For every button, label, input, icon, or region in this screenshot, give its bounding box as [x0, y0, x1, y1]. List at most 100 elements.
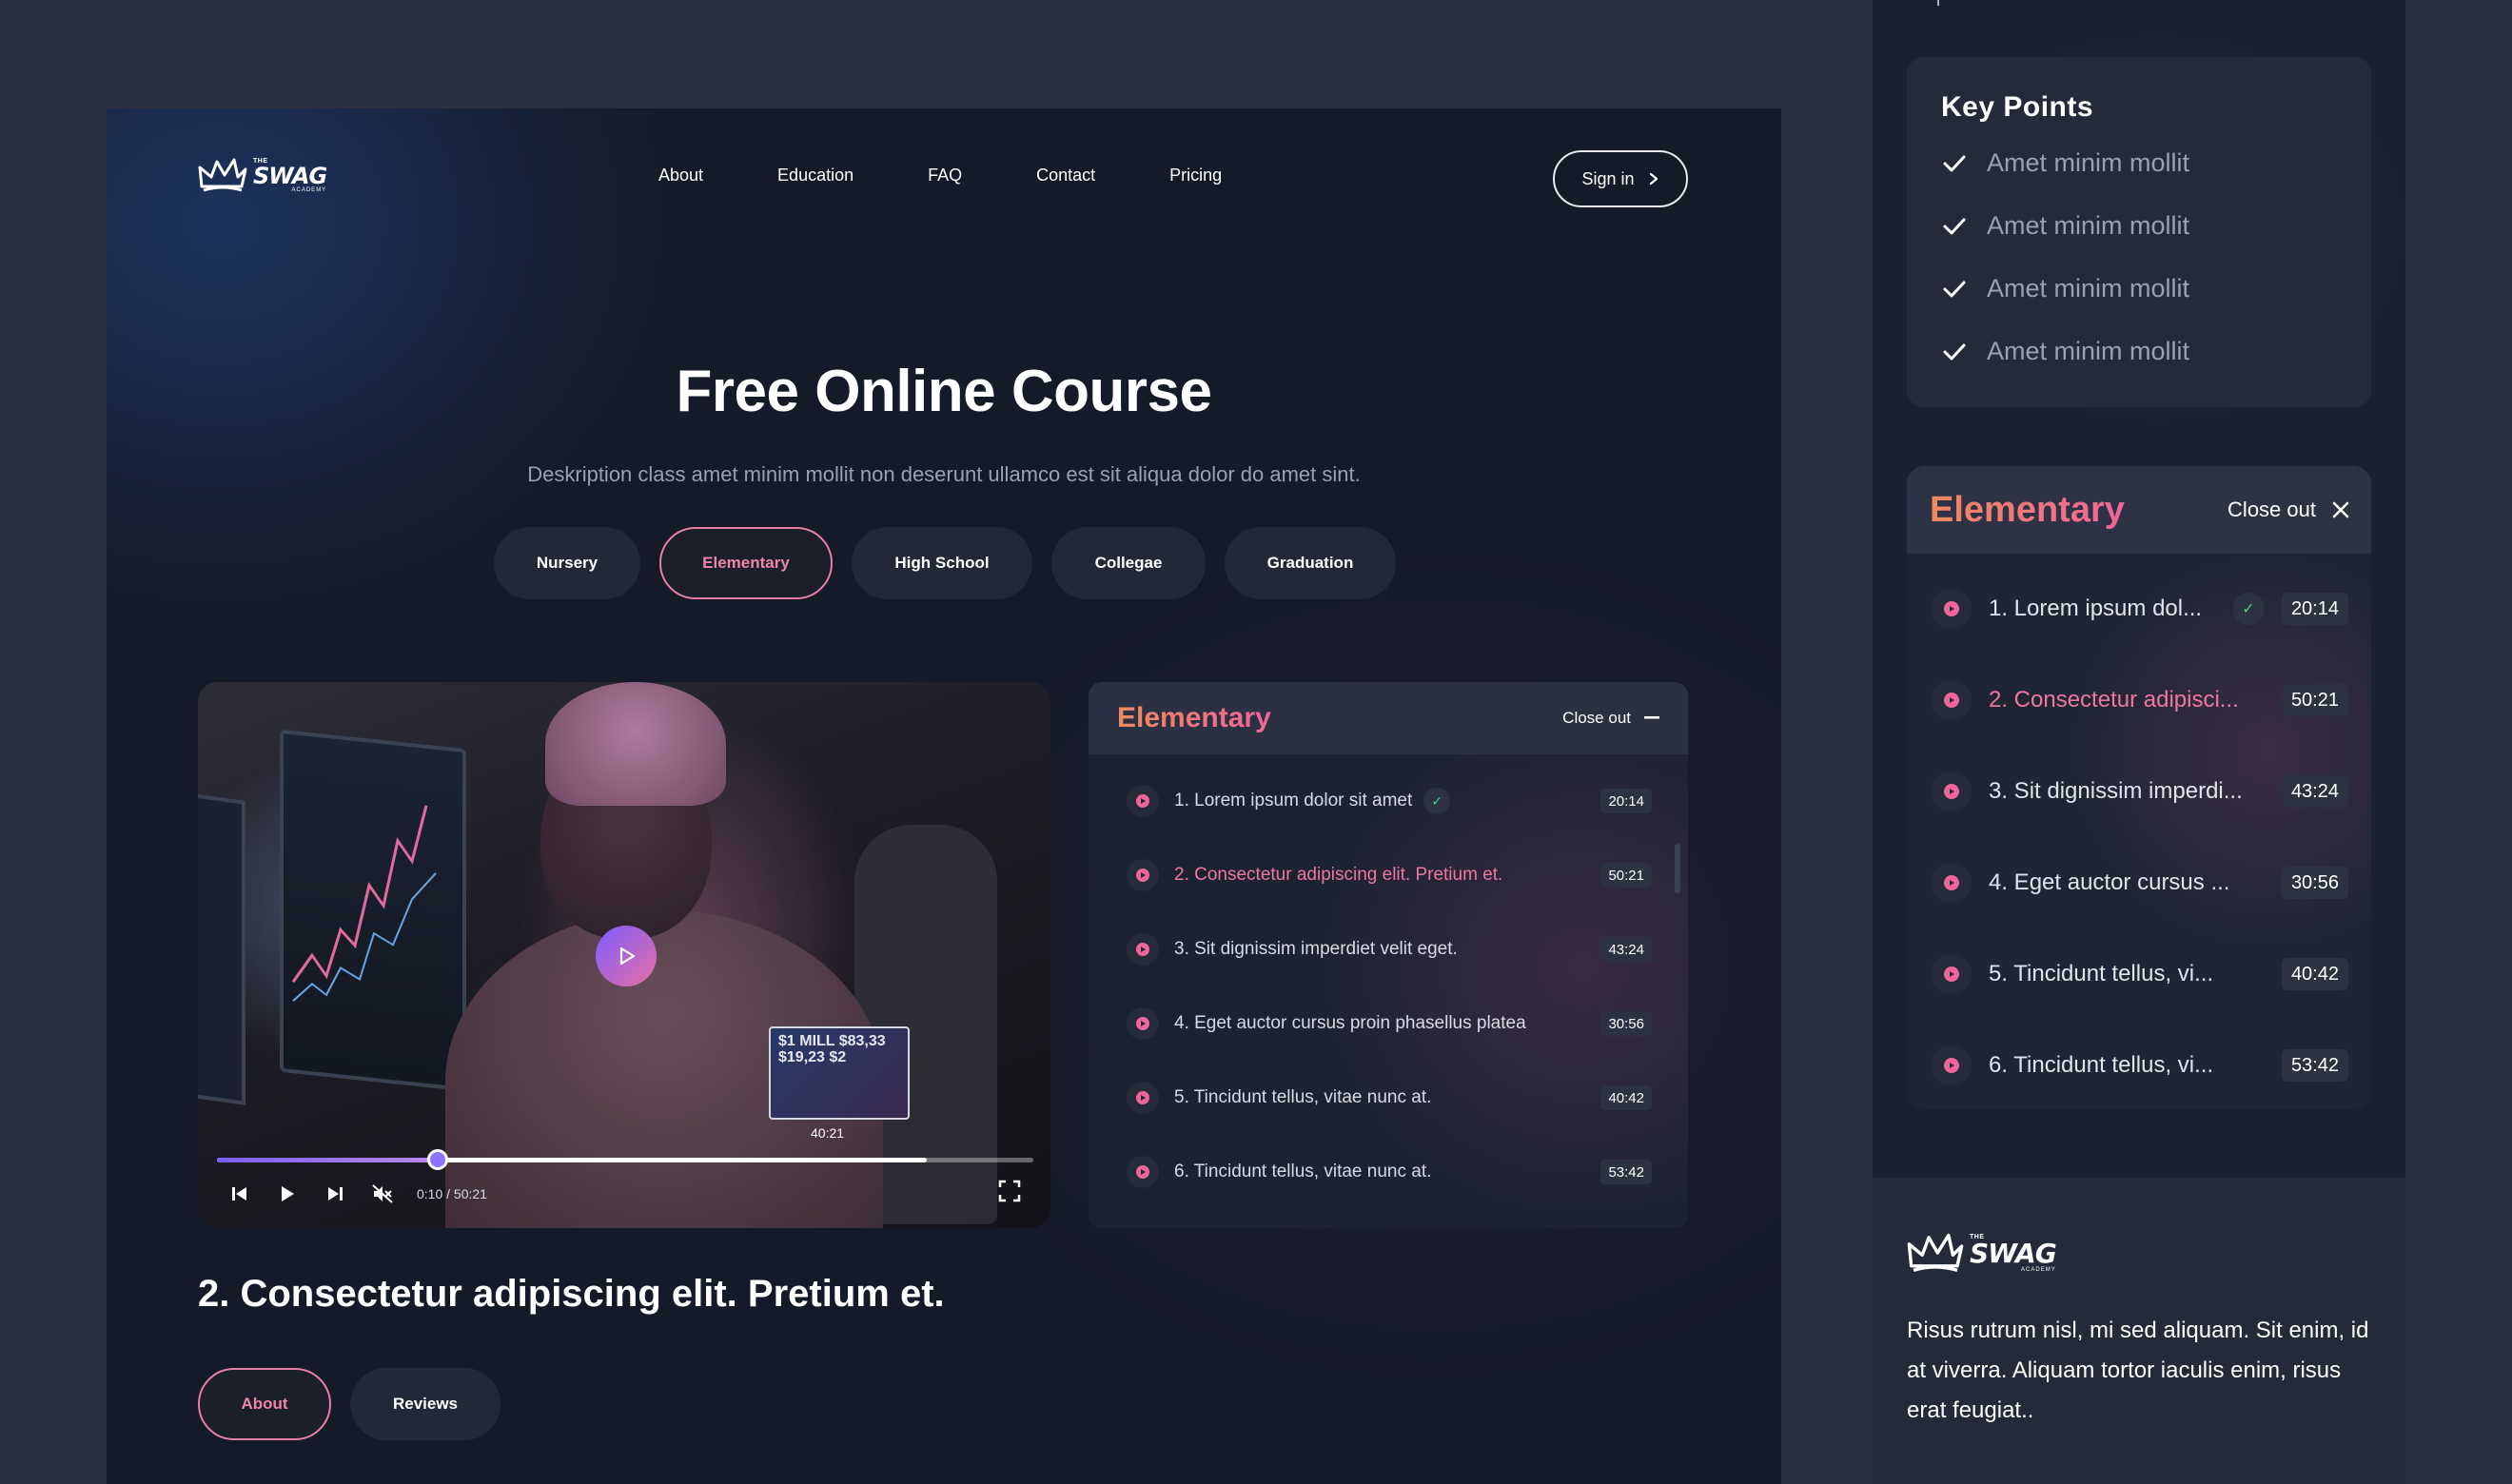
mute-button[interactable]	[369, 1181, 396, 1207]
playlist-header: Elementary Close out	[1089, 682, 1688, 754]
mobile-playlist-item-duration: 20:14	[2281, 593, 2348, 625]
playlist-scrollbar[interactable]	[1675, 844, 1680, 893]
key-point-text: Amet minim mollit	[1987, 274, 2190, 303]
play-overlay-button[interactable]	[596, 926, 657, 986]
tab-reviews[interactable]: Reviews	[350, 1368, 500, 1440]
brand-logo[interactable]: THE SWAG ACADEMY	[198, 156, 327, 194]
mobile-playlist: Elementary Close out 1. Lorem ipsum dol.…	[1907, 466, 2371, 1109]
sign-in-label: Sign in	[1581, 168, 1635, 188]
crown-icon	[1907, 1233, 1964, 1273]
level-tab-graduation[interactable]: Graduation	[1225, 527, 1396, 599]
playlist-item-title: 2. Consectetur adipiscing elit. Pretium …	[1174, 865, 1503, 885]
nav-education[interactable]: Education	[777, 166, 854, 186]
key-point-text: Amet minim mollit	[1987, 148, 2190, 177]
video-player[interactable]: $1 MILL $83,33 $19,23 $2 40:21 0:10 / 50…	[198, 682, 1050, 1228]
mobile-playlist-item-active[interactable]: 2. Consectetur adipisci... 50:21	[1907, 654, 2371, 746]
play-dot-icon	[1932, 863, 1972, 903]
progress-bar[interactable]	[217, 1149, 1033, 1170]
key-point-item: Amet minim mollit	[1941, 148, 2189, 178]
page-subtitle: Deskription class amet minim mollit non …	[527, 462, 1361, 486]
mobile-playlist-item-title: 3. Sit dignissim imperdi...	[1989, 778, 2243, 804]
nav-faq[interactable]: FAQ	[928, 166, 962, 186]
mobile-playlist-item-title: 4. Eget auctor cursus ...	[1989, 869, 2230, 895]
minus-icon	[1644, 716, 1659, 719]
check-icon	[1943, 281, 1966, 297]
playlist-title: Elementary	[1117, 702, 1271, 733]
mobile-playlist-item[interactable]: 5. Tincidunt tellus, vi... 40:42	[1907, 928, 2371, 1020]
mobile-playlist-item[interactable]: 4. Eget auctor cursus ... 30:56	[1907, 837, 2371, 928]
time-readout: 0:10 / 50:21	[417, 1186, 487, 1201]
scrub-preview-thumbnail: $1 MILL $83,33 $19,23 $2	[769, 1026, 910, 1120]
footer-brand-name: SWAG	[1970, 1237, 2057, 1269]
footer-logo[interactable]: THE SWAG ACADEMY	[1907, 1231, 2057, 1275]
play-dot-icon	[1127, 859, 1159, 891]
playlist-item[interactable]: 5. Tincidunt tellus, vitae nunc at. 40:4…	[1089, 1061, 1688, 1135]
level-tab-nursery[interactable]: Nursery	[494, 527, 640, 599]
completed-check-icon: ✓	[2232, 593, 2265, 625]
skip-forward-icon	[328, 1187, 343, 1201]
level-tab-elementary[interactable]: Elementary	[659, 527, 833, 599]
playlist-item-active[interactable]: 2. Consectetur adipiscing elit. Pretium …	[1089, 838, 1688, 912]
playlist-item-duration: 43:24	[1600, 937, 1652, 962]
nav-contact[interactable]: Contact	[1036, 166, 1095, 186]
playlist-item-duration: 30:56	[1600, 1011, 1652, 1036]
playlist-item[interactable]: 1. Lorem ipsum dolor sit amet ✓ 20:14	[1089, 764, 1688, 838]
play-dot-icon	[1127, 1007, 1159, 1040]
playlist-item[interactable]: 4. Eget auctor cursus proin phasellus pl…	[1089, 986, 1688, 1061]
mobile-footer: THE SWAG ACADEMY Risus rutrum nisl, mi s…	[1873, 1178, 2405, 1484]
playlist-item[interactable]: 3. Sit dignissim imperdiet velit eget. 4…	[1089, 912, 1688, 986]
video-scene-monitor	[280, 729, 466, 1092]
play-dot-icon	[1127, 1082, 1159, 1114]
mobile-playlist-item[interactable]: 6. Tincidunt tellus, vi... 53:42	[1907, 1020, 2371, 1109]
playlist-item-title: 5. Tincidunt tellus, vitae nunc at.	[1174, 1087, 1432, 1107]
footer-description: Risus rutrum nisl, mi sed aliquam. Sit e…	[1907, 1318, 2369, 1423]
key-point-item: Amet minim mollit	[1941, 211, 2189, 241]
player-controls: 0:10 / 50:21	[226, 1179, 487, 1209]
mobile-playlist-title: Elementary	[1930, 489, 2125, 530]
playlist-item-title: 4. Eget auctor cursus proin phasellus pl…	[1174, 1013, 1526, 1033]
mobile-playlist-item-title: 2. Consectetur adipisci...	[1989, 687, 2239, 713]
play-dot-icon	[1932, 1045, 1972, 1085]
lesson-tabs: About Reviews	[198, 1368, 500, 1440]
play-dot-icon	[1932, 680, 1972, 720]
skip-forward-button[interactable]	[322, 1181, 348, 1207]
key-point-item: Amet minim mollit	[1941, 337, 2189, 366]
mobile-playlist-item-title: 1. Lorem ipsum dol...	[1989, 596, 2203, 621]
playlist-item-duration: 20:14	[1600, 789, 1652, 813]
chevron-right-icon	[1649, 172, 1658, 186]
key-point-text: Amet minim mollit	[1987, 337, 2190, 365]
tab-about[interactable]: About	[198, 1368, 331, 1440]
mobile-playlist-item-duration: 30:56	[2281, 867, 2348, 899]
skip-back-icon	[232, 1187, 246, 1201]
progress-handle[interactable]	[426, 1149, 448, 1170]
mobile-playlist-close-button[interactable]: Close out	[2227, 498, 2350, 522]
mobile-playlist-item-duration: 53:42	[2281, 1049, 2348, 1082]
mobile-playlist-item[interactable]: 3. Sit dignissim imperdi... 43:24	[1907, 746, 2371, 837]
level-tab-collegae[interactable]: Collegae	[1051, 527, 1206, 599]
play-dot-icon	[1932, 954, 1972, 994]
fullscreen-button[interactable]	[997, 1179, 1024, 1205]
check-icon	[1943, 218, 1966, 234]
play-button[interactable]	[274, 1181, 301, 1207]
play-dot-icon	[1127, 785, 1159, 817]
key-point-text: Amet minim mollit	[1987, 211, 2190, 240]
nav-about[interactable]: About	[658, 166, 703, 186]
level-tab-high-school[interactable]: High School	[852, 527, 1032, 599]
playlist-item-title: 3. Sit dignissim imperdiet velit eget.	[1174, 939, 1458, 959]
playlist-close-label: Close out	[1562, 709, 1631, 727]
playlist-close-button[interactable]: Close out	[1562, 709, 1659, 728]
key-points-title: Key Points	[1941, 91, 2094, 123]
fullscreen-icon	[998, 1180, 1021, 1202]
landing-frame: THE SWAG ACADEMY About Education FAQ Con…	[107, 108, 1781, 1484]
nav-pricing[interactable]: Pricing	[1169, 166, 1222, 186]
mobile-playlist-item-duration: 40:42	[2281, 958, 2348, 990]
playlist-item-duration: 40:42	[1600, 1085, 1652, 1110]
mobile-playlist-item-title: 5. Tincidunt tellus, vi...	[1989, 961, 2214, 986]
playlist-item[interactable]: 6. Tincidunt tellus, vitae nunc at. 53:4…	[1089, 1135, 1688, 1209]
skip-back-button[interactable]	[226, 1181, 253, 1207]
stock-chart-graphic	[291, 805, 437, 1002]
mobile-playlist-item[interactable]: 1. Lorem ipsum dol... ✓ 20:14	[1907, 563, 2371, 654]
sign-in-button[interactable]: Sign in	[1553, 150, 1688, 207]
brand-sub: ACADEMY	[291, 186, 327, 193]
scrub-preview-time: 40:21	[811, 1125, 845, 1141]
